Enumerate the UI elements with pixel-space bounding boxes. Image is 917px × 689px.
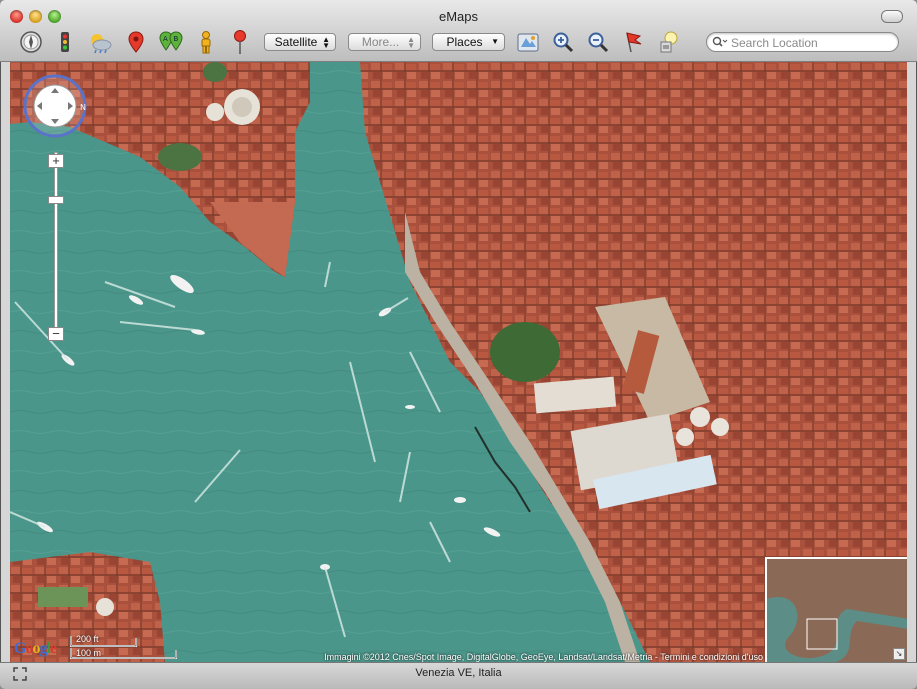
- collapse-overview-icon[interactable]: ↘: [893, 648, 905, 660]
- zoom-in-icon[interactable]: [550, 29, 576, 55]
- lamp-icon[interactable]: [656, 29, 682, 55]
- toolbar-toggle-button[interactable]: [881, 10, 903, 23]
- street-view-person-icon[interactable]: [193, 29, 219, 55]
- status-bar: Venezia VE, Italia: [0, 662, 917, 689]
- search-icon: [712, 36, 728, 47]
- google-logo: Google: [14, 640, 57, 657]
- chevron-down-icon: ▼: [491, 37, 499, 46]
- current-location-label: Venezia VE, Italia: [415, 667, 502, 679]
- scale-meters-label: 100 m: [76, 648, 102, 658]
- search-input[interactable]: [729, 35, 893, 51]
- search-field[interactable]: [706, 32, 899, 52]
- scale-feet-label: 200 ft: [76, 634, 99, 644]
- zoom-in-button[interactable]: +: [48, 154, 64, 168]
- overview-map[interactable]: ↘: [765, 557, 907, 662]
- traffic-light-icon[interactable]: [52, 29, 78, 55]
- map-view[interactable]: N + − Google 200 ft 100 m Immagini ©2012…: [10, 62, 907, 662]
- more-label: More...: [361, 35, 400, 49]
- select-arrows-icon: ▲ ▼: [322, 35, 330, 50]
- window-title: eMaps: [438, 9, 479, 24]
- pan-control[interactable]: N: [23, 74, 87, 138]
- emaps-window: eMaps AB Satellite ▲ ▼ More... ▲ ▼ Place…: [0, 0, 917, 689]
- title-toolbar: eMaps AB Satellite ▲ ▼ More... ▲ ▼ Place…: [0, 0, 917, 62]
- map-type-label: Satellite: [274, 35, 318, 49]
- svg-text:N: N: [80, 103, 86, 112]
- view-3d-icon[interactable]: [515, 29, 541, 55]
- marker-icon[interactable]: [227, 29, 253, 55]
- svg-text:A: A: [163, 35, 168, 43]
- zoom-slider-handle[interactable]: [48, 196, 64, 204]
- places-label: Places: [446, 35, 483, 49]
- map-type-select[interactable]: Satellite ▲ ▼: [264, 33, 336, 51]
- svg-text:B: B: [174, 35, 179, 43]
- directions-ab-icon[interactable]: AB: [157, 29, 183, 55]
- weather-icon[interactable]: [87, 29, 113, 55]
- zoom-out-button[interactable]: −: [48, 327, 64, 341]
- map-attribution[interactable]: Immagini ©2012 Cnes/Spot Image, DigitalG…: [324, 652, 763, 662]
- zoom-slider-track[interactable]: [54, 152, 58, 337]
- scale-bar: 200 ft 100 m: [70, 634, 188, 660]
- compass-icon[interactable]: [18, 29, 44, 55]
- select-arrows-icon: ▲ ▼: [407, 35, 415, 50]
- more-layers-select[interactable]: More... ▲ ▼: [348, 33, 421, 51]
- zoom-out-icon[interactable]: [585, 29, 611, 55]
- flag-icon[interactable]: [620, 29, 646, 55]
- pin-icon[interactable]: [123, 29, 149, 55]
- places-menu[interactable]: Places ▼: [432, 33, 505, 51]
